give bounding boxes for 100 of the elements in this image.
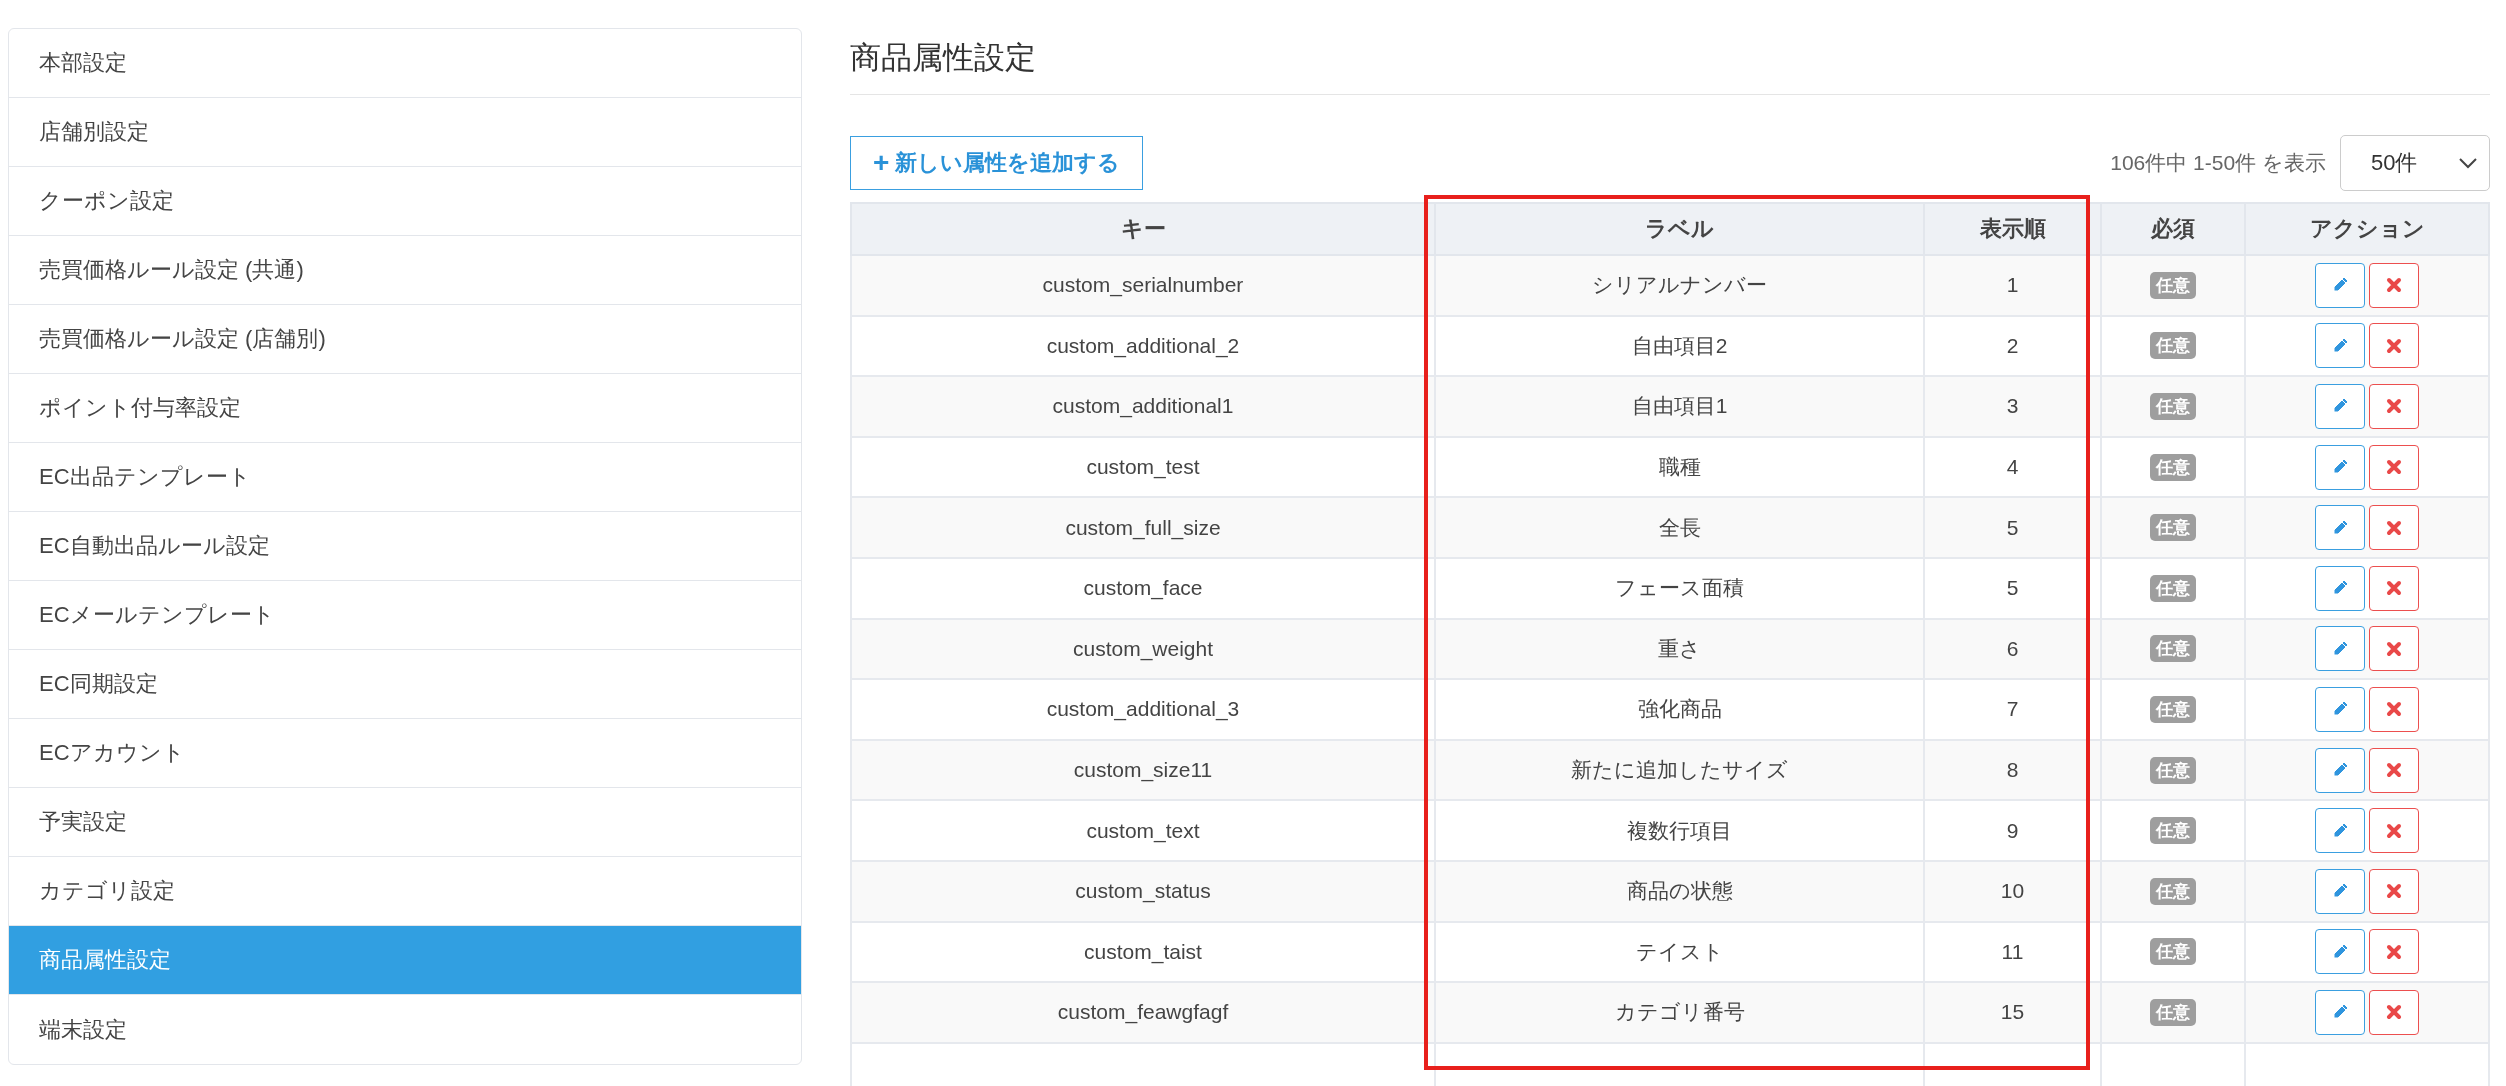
table-cell: シリアルナンバー [1435, 255, 1924, 316]
table-cell: 15 [1924, 982, 2101, 1043]
delete-button[interactable] [2369, 262, 2419, 308]
table-cell: カテゴリ番号 [1435, 982, 1924, 1043]
sidebar-item[interactable]: ECメールテンプレート [9, 581, 801, 650]
edit-button[interactable] [2315, 262, 2365, 308]
optional-badge: 任意 [2150, 453, 2196, 481]
delete-button[interactable] [2369, 444, 2419, 490]
close-icon [2386, 943, 2402, 960]
table-cell: custom_feawgfagf [851, 982, 1435, 1043]
table-cell: 8 [1924, 739, 2101, 801]
edit-button[interactable] [2315, 747, 2365, 793]
optional-badge: 任意 [2150, 393, 2196, 420]
table-cell: 新たに追加したサイズ [1435, 739, 1924, 801]
close-icon [2386, 701, 2402, 718]
sidebar-item[interactable]: 売買価格ルール設定 (店舗別) [9, 305, 801, 374]
table-cell: custom_full_size [851, 497, 1435, 558]
table-cell: 複数行項目 [1435, 800, 1924, 861]
close-icon [2386, 459, 2402, 476]
delete-button[interactable] [2369, 747, 2419, 793]
sidebar-item[interactable]: 本部設定 [9, 29, 801, 98]
delete-button[interactable] [2369, 929, 2419, 975]
edit-button[interactable] [2315, 626, 2365, 672]
table-cell: フェース面積 [1435, 557, 1924, 619]
pagination-summary: 106件中 1-50件 を表示 [2110, 150, 2326, 176]
close-icon [2386, 762, 2402, 779]
delete-button[interactable] [2369, 323, 2419, 369]
edit-button[interactable] [2315, 565, 2365, 611]
close-icon [2386, 337, 2402, 354]
table-cell: custom_weight [851, 618, 1435, 680]
edit-button[interactable] [2315, 686, 2365, 732]
table-cell: 10 [1924, 860, 2101, 922]
sidebar-item[interactable]: 端末設定 [9, 995, 801, 1064]
close-icon [2386, 519, 2402, 536]
optional-badge: 任意 [2150, 756, 2196, 784]
close-icon [2386, 398, 2402, 415]
table-cell: custom_additional_3 [851, 679, 1435, 740]
delete-button[interactable] [2369, 505, 2419, 551]
optional-badge: 任意 [2150, 332, 2196, 360]
table-cell: 5 [1924, 497, 2101, 558]
sidebar-item[interactable]: ポイント付与率設定 [9, 374, 801, 443]
column-header: 必須 [2101, 203, 2245, 255]
page-title: 商品属性設定 [850, 40, 1036, 75]
table-cell: custom_text [851, 800, 1435, 861]
edit-button[interactable] [2315, 808, 2365, 854]
delete-button[interactable] [2369, 384, 2419, 429]
table-cell: 自由項目1 [1435, 376, 1924, 437]
sidebar-item[interactable]: クーポン設定 [9, 167, 801, 236]
close-icon [2386, 1004, 2402, 1021]
table-cell: custom_face [851, 557, 1435, 619]
table-cell: custom_additional1 [851, 376, 1435, 437]
optional-badge: 任意 [2150, 271, 2196, 299]
edit-button[interactable] [2315, 444, 2365, 490]
page-size-select[interactable]: 50件 [2340, 135, 2490, 191]
table-cell: 6 [1924, 618, 2101, 680]
sidebar-item[interactable]: EC出品テンプレート [9, 443, 801, 512]
table-cell: custom_size11 [851, 739, 1435, 801]
sidebar-item[interactable]: 店舗別設定 [9, 98, 801, 167]
delete-button[interactable] [2369, 989, 2419, 1035]
edit-button[interactable] [2315, 929, 2365, 975]
sidebar-item[interactable]: 売買価格ルール設定 (共通) [9, 236, 801, 305]
delete-button[interactable] [2369, 808, 2419, 854]
table-cell: 7 [1924, 679, 2101, 740]
sidebar-item[interactable]: EC自動出品ルール設定 [9, 512, 801, 581]
delete-button[interactable] [2369, 565, 2419, 611]
close-icon [2386, 640, 2402, 657]
sidebar-item[interactable]: 予実設定 [9, 788, 801, 857]
close-icon [2386, 883, 2402, 900]
table-cell: 重さ [1435, 618, 1924, 680]
column-header: ラベル [1435, 203, 1924, 255]
column-header: アクション [2245, 203, 2489, 255]
table-cell: 5 [1924, 557, 2101, 619]
delete-button[interactable] [2369, 868, 2419, 914]
sidebar-item[interactable]: ECアカウント [9, 719, 801, 788]
table-cell: 強化商品 [1435, 679, 1924, 740]
table-cell: custom_status [851, 860, 1435, 922]
column-header: 表示順 [1924, 203, 2101, 255]
edit-button[interactable] [2315, 989, 2365, 1035]
optional-badge: 任意 [2150, 514, 2196, 542]
optional-badge: 任意 [2150, 938, 2196, 966]
table-cell: 1 [1924, 255, 2101, 316]
sidebar-item[interactable]: EC同期設定 [9, 650, 801, 719]
delete-button[interactable] [2369, 626, 2419, 672]
chevron-down-icon [2459, 157, 2477, 169]
column-header: キー [851, 203, 1435, 255]
optional-badge: 任意 [2150, 635, 2196, 663]
table-cell: 3 [1924, 376, 2101, 437]
close-icon [2386, 822, 2402, 839]
edit-button[interactable] [2315, 868, 2365, 914]
plus-icon: + [873, 147, 890, 179]
table-cell: custom_serialnumber [851, 255, 1435, 316]
close-icon [2386, 277, 2402, 294]
optional-badge: 任意 [2150, 817, 2196, 845]
optional-badge: 任意 [2150, 695, 2196, 723]
edit-button[interactable] [2315, 505, 2365, 551]
delete-button[interactable] [2369, 686, 2419, 732]
close-icon [2386, 580, 2402, 597]
edit-button[interactable] [2315, 323, 2365, 369]
edit-button[interactable] [2315, 384, 2365, 429]
optional-badge: 任意 [2150, 574, 2196, 602]
